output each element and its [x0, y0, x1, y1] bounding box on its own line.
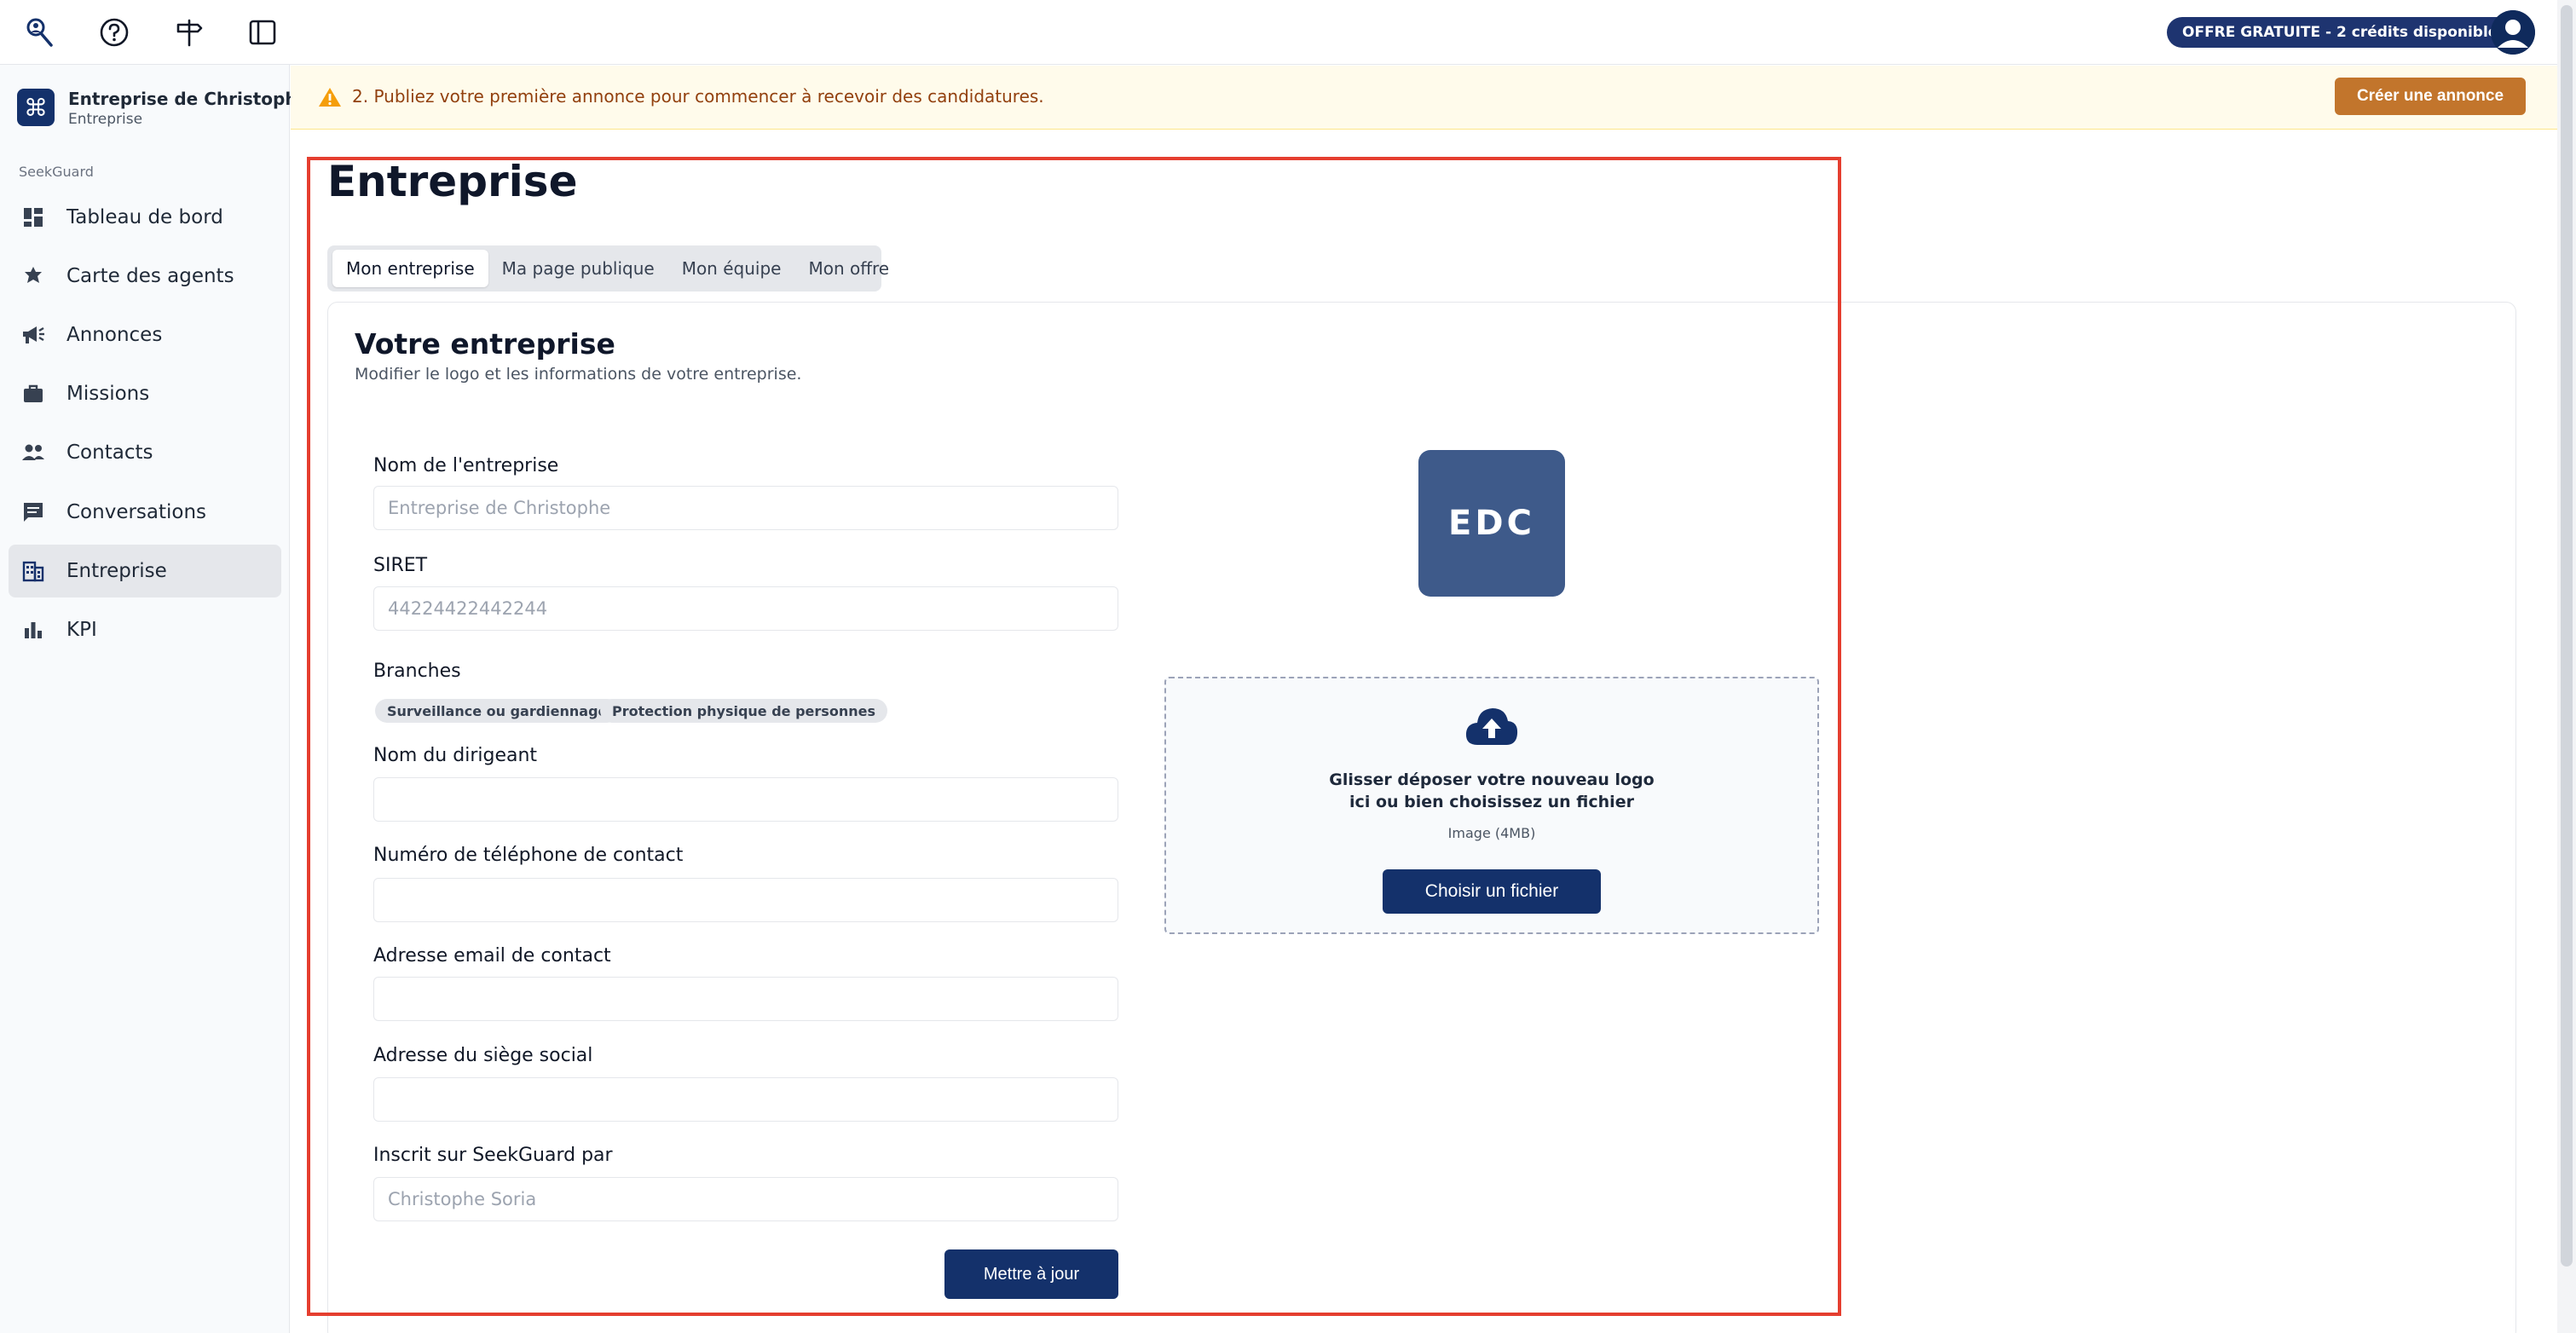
bar-chart-icon — [20, 617, 46, 643]
siret-input[interactable] — [373, 586, 1118, 631]
director-label: Nom du dirigeant — [373, 745, 538, 766]
command-icon: ⌘ — [17, 89, 55, 126]
search-person-icon[interactable] — [22, 15, 56, 49]
chat-icon — [20, 499, 46, 525]
sidebar-toggle-icon[interactable] — [245, 15, 280, 49]
sidebar-item-missions[interactable]: Missions — [9, 367, 281, 420]
credits-badge[interactable]: OFFRE GRATUITE - 2 crédits disponibles — [2167, 17, 2522, 48]
sidebar-item-label: Missions — [66, 383, 150, 405]
email-input[interactable] — [373, 977, 1118, 1021]
company-name: Entreprise de Christophe — [68, 89, 309, 109]
branches-label: Branches — [373, 661, 461, 682]
onboarding-alert: 2. Publiez votre première annonce pour c… — [291, 66, 2557, 130]
top-bar: OFFRE GRATUITE - 2 crédits disponibles — [0, 0, 2557, 65]
update-button[interactable]: Mettre à jour — [944, 1249, 1118, 1299]
cloud-upload-icon — [1464, 702, 1520, 750]
company-type: Entreprise — [68, 111, 143, 128]
dropzone-text: ici ou bien choisissez un fichier — [1349, 793, 1634, 811]
sidebar-item-label: Carte des agents — [66, 265, 234, 287]
sidebar-item-label: KPI — [66, 619, 97, 641]
page-title: Entreprise — [327, 157, 578, 206]
sidebar-item-announcements[interactable]: Annonces — [9, 309, 281, 361]
siret-label: SIRET — [373, 555, 428, 576]
address-label: Adresse du siège social — [373, 1045, 593, 1066]
company-switcher[interactable]: ⌘ Entreprise de Christophe Entreprise — [17, 80, 309, 131]
logo-dropzone[interactable]: Glisser déposer votre nouveau logo ici o… — [1164, 677, 1819, 934]
email-label: Adresse email de contact — [373, 945, 611, 967]
badge-icon — [20, 263, 46, 289]
address-input[interactable] — [373, 1077, 1118, 1122]
building-icon — [20, 558, 46, 584]
branch-chip: Protection physique de personnes — [600, 699, 887, 723]
help-icon[interactable] — [97, 15, 131, 49]
registered-by-input[interactable] — [373, 1177, 1118, 1221]
card-title: Votre entreprise — [355, 327, 615, 361]
dropzone-text: Glisser déposer votre nouveau logo — [1329, 770, 1655, 789]
alert-message: 2. Publiez votre première annonce pour c… — [352, 86, 1044, 107]
warning-icon — [318, 86, 342, 108]
sidebar-item-contacts[interactable]: Contacts — [9, 426, 281, 479]
sidebar-item-kpi[interactable]: KPI — [9, 603, 281, 656]
card-description: Modifier le logo et les informations de … — [355, 365, 802, 384]
signpost-icon[interactable] — [172, 15, 206, 49]
tab-public-page[interactable]: Ma page publique — [488, 250, 668, 287]
branch-chip: Surveillance ou gardiennage — [375, 699, 620, 723]
sidebar-item-dashboard[interactable]: Tableau de bord — [9, 191, 281, 244]
scrollbar[interactable] — [2557, 0, 2576, 1333]
tab-my-plan[interactable]: Mon offre — [794, 250, 903, 287]
sidebar-item-label: Tableau de bord — [66, 206, 223, 228]
director-input[interactable] — [373, 777, 1118, 822]
sidebar-item-label: Entreprise — [66, 560, 167, 582]
tab-my-company[interactable]: Mon entreprise — [332, 250, 488, 287]
create-announcement-button[interactable]: Créer une annonce — [2335, 78, 2526, 115]
megaphone-icon — [20, 322, 46, 348]
tab-bar: Mon entreprise Ma page publique Mon équi… — [327, 245, 889, 291]
sidebar-item-agents-map[interactable]: Carte des agents — [9, 250, 281, 303]
people-icon — [20, 440, 46, 465]
company-name-input[interactable] — [373, 486, 1118, 530]
company-logo-preview: EDC — [1418, 450, 1565, 597]
sidebar-section-label: SeekGuard — [19, 164, 94, 180]
phone-input[interactable] — [373, 878, 1118, 922]
company-name-label: Nom de l'entreprise — [373, 455, 559, 476]
registered-by-label: Inscrit sur SeekGuard par — [373, 1145, 613, 1166]
sidebar-item-label: Contacts — [66, 441, 153, 464]
sidebar-item-company[interactable]: Entreprise — [9, 545, 281, 597]
sidebar-item-label: Annonces — [66, 324, 163, 346]
sidebar-item-label: Conversations — [66, 501, 207, 523]
choose-file-button[interactable]: Choisir un fichier — [1383, 869, 1601, 914]
user-icon — [2491, 10, 2535, 55]
phone-label: Numéro de téléphone de contact — [373, 845, 684, 866]
scrollbar-thumb[interactable] — [2561, 5, 2573, 1267]
sidebar-item-conversations[interactable]: Conversations — [9, 486, 281, 539]
sidebar: ⌘ Entreprise de Christophe Entreprise Se… — [0, 65, 309, 1333]
tab-my-team[interactable]: Mon équipe — [668, 250, 795, 287]
dashboard-icon — [20, 205, 46, 230]
avatar[interactable] — [2491, 10, 2535, 55]
briefcase-icon — [20, 381, 46, 407]
dropzone-hint: Image (4MB) — [1447, 825, 1536, 841]
